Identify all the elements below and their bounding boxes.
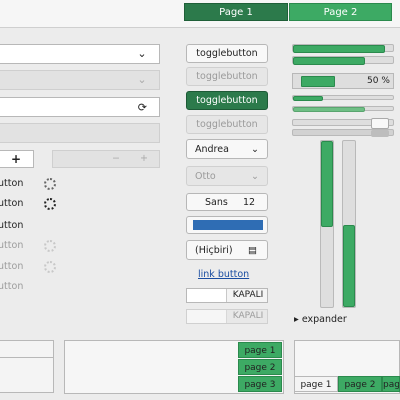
tab-page-2[interactable]: page 2 xyxy=(238,359,282,375)
tab-page-1[interactable]: page 1 xyxy=(238,342,282,358)
switch-knob[interactable] xyxy=(187,289,227,302)
progress-text: 50 % xyxy=(367,76,390,86)
progress-fill xyxy=(293,45,385,53)
scroll-thumb[interactable] xyxy=(371,118,389,129)
vertical-fill xyxy=(343,225,355,307)
progress-bar-with-text: 50 % xyxy=(292,73,394,89)
plus-button: + xyxy=(140,153,148,164)
radio-label-1[interactable]: button xyxy=(0,178,23,189)
toggle-button-1[interactable]: togglebutton xyxy=(186,44,268,63)
radio-label-5-disabled: button xyxy=(0,261,24,272)
switch-label: KAPALI xyxy=(232,290,264,300)
slider-fill xyxy=(293,96,323,101)
scrollbar-horizontal-2[interactable] xyxy=(292,129,394,137)
progress-fill xyxy=(293,57,365,65)
switch-1[interactable]: KAPALI xyxy=(186,288,268,303)
radio-label-3[interactable]: button xyxy=(0,220,23,231)
combo-andrea-label: Andrea xyxy=(195,144,229,155)
switch-2-disabled: KAPALI xyxy=(186,309,268,324)
spin-entry[interactable]: + xyxy=(0,150,34,168)
spin-entry-disabled: − + xyxy=(52,150,160,168)
entry-disabled xyxy=(0,123,160,143)
toggle-button-3-active[interactable]: togglebutton xyxy=(186,91,268,110)
chevron-down-icon: ⌄ xyxy=(137,73,147,86)
expander-label: expander xyxy=(301,314,347,325)
switch-label: KAPALI xyxy=(232,311,264,321)
spinner-icon xyxy=(44,198,56,210)
toggle-button-2-disabled: togglebutton xyxy=(186,67,268,86)
combo-otto-label: Otto xyxy=(195,171,216,182)
tab-page-3[interactable]: page 3 xyxy=(382,376,400,392)
chevron-down-icon: ⌄ xyxy=(251,171,259,182)
slider-fill xyxy=(293,107,365,112)
expander[interactable]: ▸ expander xyxy=(294,314,347,325)
scroll-thumb xyxy=(371,130,389,137)
document-icon: ▤ xyxy=(248,245,257,256)
search-entry[interactable]: ⟳ xyxy=(0,97,160,117)
chevron-down-icon[interactable]: ⌄ xyxy=(131,47,153,60)
slider-track-1[interactable] xyxy=(292,95,394,101)
tab-page-1[interactable]: Page 1 xyxy=(184,3,288,21)
progress-fill xyxy=(301,76,335,87)
combo-otto-disabled: Otto ⌄ xyxy=(186,166,268,186)
font-name: Sans xyxy=(205,197,228,208)
scrollbar-horizontal-1[interactable] xyxy=(292,118,394,129)
tab-page-2[interactable]: page 2 xyxy=(338,376,382,392)
toggle-button-4-disabled: togglebutton xyxy=(186,115,268,134)
radio-label-6-disabled: button xyxy=(0,281,24,292)
slider-track-2[interactable] xyxy=(292,106,394,112)
tab-page-3[interactable]: page 3 xyxy=(238,376,282,392)
vertical-scale-1[interactable] xyxy=(320,140,334,308)
file-chooser-button[interactable]: (Hiçbiri) ▤ xyxy=(186,240,268,260)
refresh-icon[interactable]: ⟳ xyxy=(138,101,147,114)
color-button[interactable] xyxy=(186,216,268,234)
expander-arrow-icon: ▸ xyxy=(294,314,299,325)
color-swatch xyxy=(193,220,263,230)
file-chooser-label: (Hiçbiri) xyxy=(195,245,233,256)
combo-entry-2-disabled: ⌄ xyxy=(0,70,160,90)
combo-andrea[interactable]: Andrea ⌄ xyxy=(186,139,268,159)
vertical-fill xyxy=(321,141,333,227)
switch-knob xyxy=(187,310,227,323)
progress-bar-2 xyxy=(292,56,394,65)
tab-page-1[interactable]: page 1 xyxy=(294,376,338,392)
minus-button: − xyxy=(112,153,120,164)
spinner-icon xyxy=(44,240,56,252)
radio-label-2[interactable]: button xyxy=(0,198,23,209)
link-button[interactable]: link button xyxy=(198,269,249,280)
font-button[interactable]: Sans 12 xyxy=(186,193,268,211)
font-size: 12 xyxy=(243,197,256,208)
spinner-icon xyxy=(44,178,56,190)
tab-page-2[interactable]: Page 2 xyxy=(289,3,392,21)
chevron-down-icon: ⌄ xyxy=(251,144,259,155)
combo-entry-1[interactable]: ⌄ xyxy=(0,44,160,64)
vertical-scale-2[interactable] xyxy=(342,140,356,308)
progress-bar-1 xyxy=(292,44,394,53)
spinner-icon xyxy=(44,261,56,273)
radio-label-4-disabled: button xyxy=(0,240,24,251)
bottom-frame-2 xyxy=(0,357,54,393)
bottom-frame-1 xyxy=(0,340,54,358)
plus-button[interactable]: + xyxy=(5,151,27,167)
